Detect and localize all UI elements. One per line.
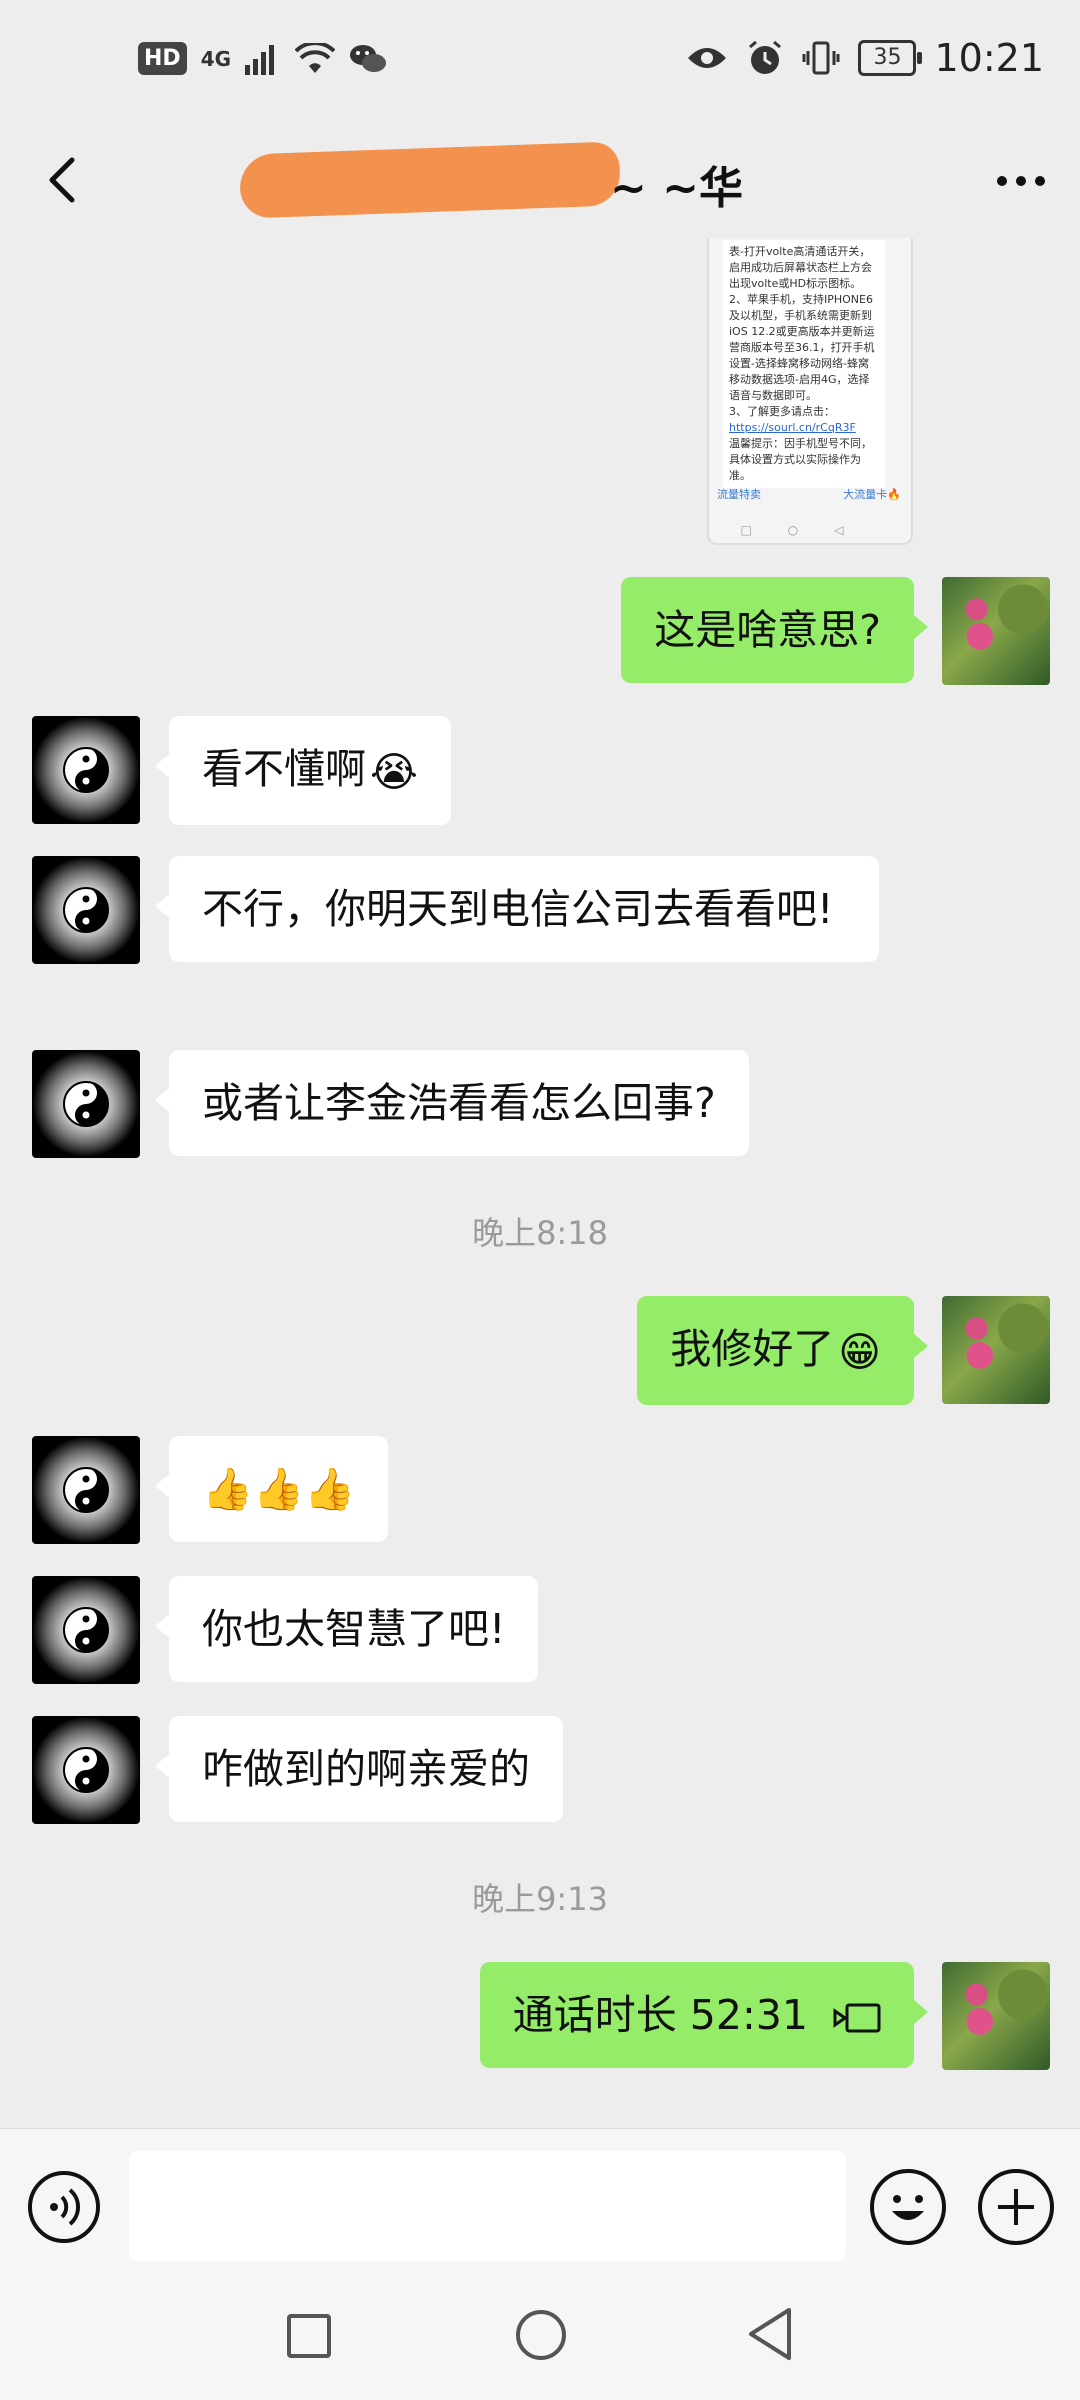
signal-icon	[245, 44, 275, 75]
call-duration-text: 通话时长 52:31	[512, 1991, 808, 2039]
image-line: 设置-选择蜂窝移动网络-蜂窝	[729, 357, 869, 370]
eye-icon	[688, 48, 727, 68]
image-link: https://sourl.cn/rCqR3F	[729, 421, 856, 434]
image-line: 移动数据选项-启用4G，选择	[729, 373, 870, 386]
message-bubble[interactable]: 不行，你明天到电信公司去看看吧!	[155, 856, 879, 962]
my-avatar[interactable]	[942, 1296, 1050, 1404]
message-bubble[interactable]: 👍👍👍	[154, 1436, 389, 1542]
wifi-icon	[295, 42, 336, 73]
image-line: 表-打开volte高清通话开关，	[729, 245, 871, 258]
back-icon[interactable]	[745, 2306, 795, 2362]
image-line: 营商版本号至36.1，打开手机	[729, 341, 875, 354]
message-bubble[interactable]: 或者让李金浩看看怎么回事?	[155, 1050, 749, 1156]
yin-yang-icon	[63, 1747, 109, 1793]
plus-sign-icon	[998, 2189, 1034, 2225]
chat-area[interactable]: 表-打开volte高清通话开关， 启用成功后屏幕状态栏上方会 出现volte或H…	[0, 238, 1080, 2128]
timestamp: 晚上9:13	[472, 1880, 608, 1918]
vibrate-icon	[802, 41, 840, 75]
yin-yang-icon	[63, 887, 109, 933]
emoji-icon[interactable]	[870, 2169, 946, 2245]
contact-avatar[interactable]	[32, 1576, 140, 1684]
status-bar: HD 4G 35 10:21	[0, 0, 1080, 130]
status-left-icons: HD 4G	[138, 42, 387, 75]
image-message-text: 表-打开volte高清通话开关， 启用成功后屏幕状态栏上方会 出现volte或H…	[723, 240, 885, 488]
image-line: 温馨提示：因手机型号不同，	[729, 437, 872, 450]
image-line: 语音与数据即可。	[729, 389, 817, 402]
image-line: 出现volte或HD标示图标。	[729, 277, 862, 290]
image-bottom-right: 大流量卡🔥	[843, 488, 901, 501]
back-arrow-icon[interactable]	[34, 150, 94, 210]
status-right-icons: 35 10:21	[686, 36, 1044, 80]
image-line: 3、了解更多请点击：	[729, 405, 835, 418]
my-avatar[interactable]	[942, 1962, 1050, 2070]
image-line: 具体设置方式以实际操作为	[729, 453, 861, 466]
voice-wave-icon	[50, 2188, 81, 2226]
input-bar	[0, 2128, 1080, 2271]
yin-yang-icon	[63, 1467, 109, 1513]
crying-emoji-icon: 😭	[370, 748, 418, 796]
call-record-bubble[interactable]: 通话时长 52:31	[479, 1962, 929, 2068]
wechat-icon	[350, 44, 387, 72]
system-nav-bar	[0, 2270, 1080, 2400]
message-bubble[interactable]: 看不懂啊😭	[155, 716, 451, 825]
my-avatar[interactable]	[942, 577, 1050, 685]
yin-yang-icon	[63, 747, 109, 793]
yin-yang-icon	[63, 1607, 109, 1653]
image-bottom-bar: 流量特卖 大流量卡🔥	[717, 479, 901, 509]
image-bottom-left: 流量特卖	[717, 488, 761, 501]
message-bubble[interactable]: 我修好了😁	[637, 1296, 928, 1405]
chat-title-suffix: ~ ~华	[610, 163, 744, 214]
image-nav-icons: □○◁	[740, 523, 880, 537]
chat-header: ~ ~华	[0, 130, 1080, 238]
status-time: 10:21	[934, 36, 1044, 80]
image-line: 2、苹果手机，支持IPHONE6	[729, 293, 873, 306]
contact-avatar[interactable]	[32, 856, 140, 964]
message-bubble[interactable]: 这是啥意思?	[621, 577, 928, 683]
image-message[interactable]: 表-打开volte高清通话开关， 启用成功后屏幕状态栏上方会 出现volte或H…	[707, 238, 913, 545]
contact-avatar[interactable]	[32, 1050, 140, 1158]
message-bubble[interactable]: 你也太智慧了吧!	[154, 1576, 539, 1682]
yin-yang-icon	[63, 1081, 109, 1127]
network-type-label: 4G	[200, 46, 232, 71]
contact-avatar[interactable]	[32, 1436, 140, 1544]
image-line: iOS 12.2或更高版本并更新运	[729, 325, 875, 338]
image-line: 及以机型，手机系统需更新到	[729, 309, 872, 322]
smile-icon	[892, 2195, 924, 2220]
message-input[interactable]	[129, 2151, 846, 2261]
plus-icon[interactable]	[978, 2169, 1054, 2245]
contact-avatar[interactable]	[32, 716, 140, 824]
alarm-icon	[749, 40, 782, 74]
voice-icon[interactable]	[28, 2171, 100, 2243]
timestamp: 晚上8:18	[472, 1214, 608, 1252]
message-text: 看不懂啊	[202, 745, 366, 793]
chat-title: ~ ~华	[238, 140, 840, 220]
grin-emoji-icon: 😁	[838, 1328, 881, 1376]
redacted-name	[238, 141, 622, 219]
image-line: 启用成功后屏幕状态栏上方会	[729, 261, 872, 274]
message-bubble[interactable]: 咋做到的啊亲爱的	[155, 1716, 563, 1822]
call-icon	[833, 2003, 881, 2033]
recent-apps-icon[interactable]	[287, 2314, 331, 2358]
hd-badge: HD	[138, 42, 187, 75]
home-icon[interactable]	[516, 2310, 566, 2360]
battery-icon: 35	[858, 40, 923, 76]
more-icon[interactable]	[996, 174, 1046, 188]
contact-avatar[interactable]	[32, 1716, 140, 1824]
message-text: 我修好了	[670, 1325, 835, 1373]
